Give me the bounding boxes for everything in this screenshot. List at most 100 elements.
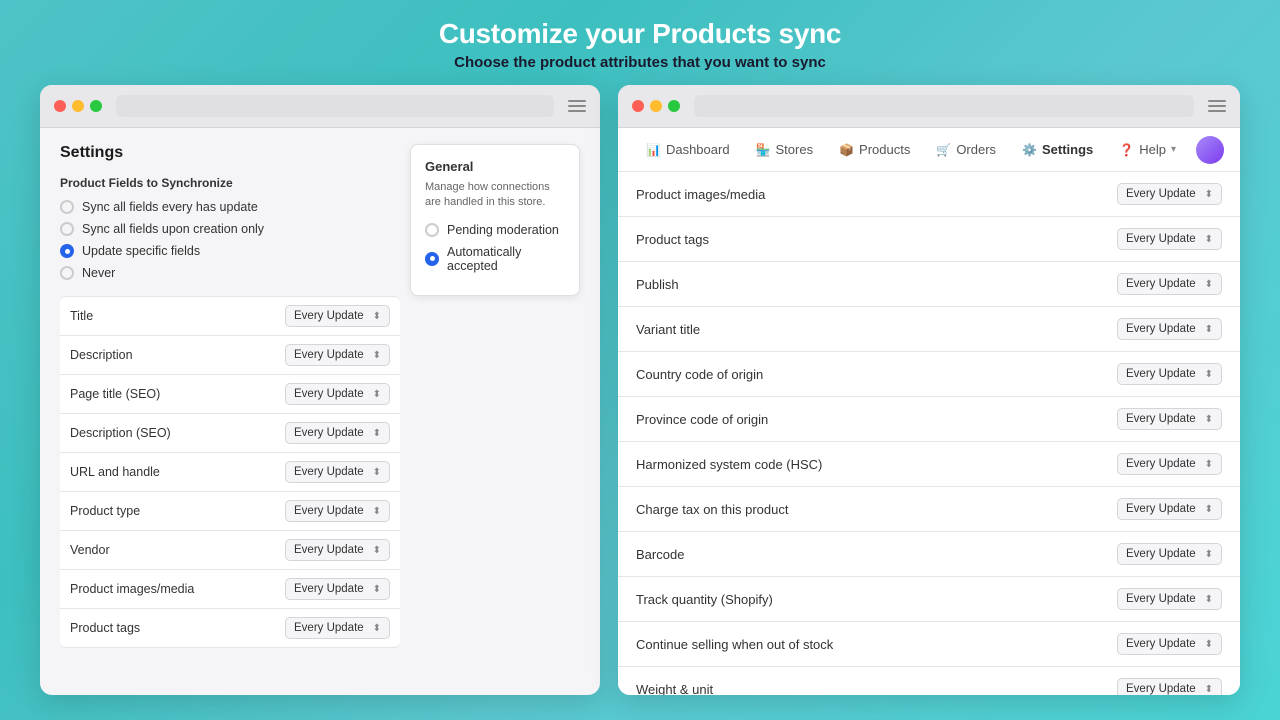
stores-icon: 🏪 bbox=[756, 143, 771, 157]
right-field-select[interactable]: Every Update ⬍ bbox=[1117, 363, 1222, 385]
select-chevron-icon: ⬍ bbox=[373, 584, 381, 595]
tl-minimize-r[interactable] bbox=[650, 100, 662, 112]
tl-close-r[interactable] bbox=[632, 100, 644, 112]
panels-container: Settings Product Fields to Synchronize S… bbox=[40, 85, 1240, 695]
right-field-row: Country code of origin Every Update ⬍ bbox=[618, 352, 1240, 397]
left-field-select[interactable]: Every Update ⬍ bbox=[285, 617, 390, 639]
left-field-row: Title Every Update ⬍ bbox=[60, 296, 400, 336]
hamburger-menu-left[interactable] bbox=[568, 100, 586, 112]
left-field-name: Vendor bbox=[70, 543, 110, 557]
right-field-select[interactable]: Every Update ⬍ bbox=[1117, 228, 1222, 250]
right-field-row: Track quantity (Shopify) Every Update ⬍ bbox=[618, 577, 1240, 622]
left-field-select[interactable]: Every Update ⬍ bbox=[285, 305, 390, 327]
right-field-row: Charge tax on this product Every Update … bbox=[618, 487, 1240, 532]
address-bar-left bbox=[116, 95, 554, 117]
select-chevron-icon: ⬍ bbox=[373, 545, 381, 556]
left-field-select[interactable]: Every Update ⬍ bbox=[285, 461, 390, 483]
right-field-name: Country code of origin bbox=[636, 367, 763, 382]
right-field-select[interactable]: Every Update ⬍ bbox=[1117, 453, 1222, 475]
radio-pending[interactable]: Pending moderation bbox=[425, 223, 565, 237]
hamburger-menu-right[interactable] bbox=[1208, 100, 1226, 112]
select-chevron-icon: ⬍ bbox=[1205, 414, 1213, 425]
right-field-row: Harmonized system code (HSC) Every Updat… bbox=[618, 442, 1240, 487]
left-field-row: Product images/media Every Update ⬍ bbox=[60, 570, 400, 609]
traffic-lights-right bbox=[632, 100, 680, 112]
radio-input-4[interactable] bbox=[60, 266, 74, 280]
radio-auto-accepted[interactable]: Automatically accepted bbox=[425, 245, 565, 273]
select-chevron-icon: ⬍ bbox=[1205, 324, 1213, 335]
tl-maximize[interactable] bbox=[90, 100, 102, 112]
right-field-name: Product images/media bbox=[636, 187, 765, 202]
select-chevron-icon: ⬍ bbox=[373, 506, 381, 517]
right-field-row: Province code of origin Every Update ⬍ bbox=[618, 397, 1240, 442]
tl-close[interactable] bbox=[54, 100, 66, 112]
left-field-select[interactable]: Every Update ⬍ bbox=[285, 344, 390, 366]
left-field-select[interactable]: Every Update ⬍ bbox=[285, 539, 390, 561]
left-field-row: Description (SEO) Every Update ⬍ bbox=[60, 414, 400, 453]
left-field-select[interactable]: Every Update ⬍ bbox=[285, 422, 390, 444]
nav-stores[interactable]: 🏪 Stores bbox=[744, 134, 826, 165]
radio-auto-input[interactable] bbox=[425, 252, 439, 266]
left-field-select[interactable]: Every Update ⬍ bbox=[285, 500, 390, 522]
radio-input-3[interactable] bbox=[60, 244, 74, 258]
right-field-select[interactable]: Every Update ⬍ bbox=[1117, 588, 1222, 610]
right-field-row: Barcode Every Update ⬍ bbox=[618, 532, 1240, 577]
left-field-row: Product tags Every Update ⬍ bbox=[60, 609, 400, 648]
left-field-row: Page title (SEO) Every Update ⬍ bbox=[60, 375, 400, 414]
left-field-select[interactable]: Every Update ⬍ bbox=[285, 383, 390, 405]
left-field-row: Description Every Update ⬍ bbox=[60, 336, 400, 375]
radio-pending-input[interactable] bbox=[425, 223, 439, 237]
dashboard-icon: 📊 bbox=[646, 143, 661, 157]
nav-dashboard[interactable]: 📊 Dashboard bbox=[634, 134, 742, 165]
select-chevron-icon: ⬍ bbox=[373, 350, 381, 361]
nav-products[interactable]: 📦 Products bbox=[827, 134, 922, 165]
right-field-select[interactable]: Every Update ⬍ bbox=[1117, 273, 1222, 295]
select-chevron-icon: ⬍ bbox=[1205, 684, 1213, 695]
nav-orders[interactable]: 🛒 Orders bbox=[924, 134, 1008, 165]
left-field-name: Product images/media bbox=[70, 582, 194, 596]
orders-icon: 🛒 bbox=[936, 143, 951, 157]
general-radio-group: Pending moderation Automatically accepte… bbox=[425, 223, 565, 273]
page-subtitle: Choose the product attributes that you w… bbox=[439, 54, 841, 71]
left-field-name: Description bbox=[70, 348, 133, 362]
nav-help[interactable]: ❓ Help ▾ bbox=[1107, 134, 1188, 165]
radio-update-specific[interactable]: Update specific fields bbox=[60, 244, 400, 258]
select-chevron-icon: ⬍ bbox=[373, 311, 381, 322]
radio-never[interactable]: Never bbox=[60, 266, 400, 280]
right-field-select[interactable]: Every Update ⬍ bbox=[1117, 318, 1222, 340]
right-field-name: Track quantity (Shopify) bbox=[636, 592, 773, 607]
select-chevron-icon: ⬍ bbox=[1205, 549, 1213, 560]
tl-maximize-r[interactable] bbox=[668, 100, 680, 112]
left-field-name: Description (SEO) bbox=[70, 426, 171, 440]
select-chevron-icon: ⬍ bbox=[1205, 369, 1213, 380]
left-field-select[interactable]: Every Update ⬍ bbox=[285, 578, 390, 600]
right-field-select[interactable]: Every Update ⬍ bbox=[1117, 408, 1222, 430]
radio-input-2[interactable] bbox=[60, 222, 74, 236]
right-field-select[interactable]: Every Update ⬍ bbox=[1117, 183, 1222, 205]
right-field-row: Publish Every Update ⬍ bbox=[618, 262, 1240, 307]
tl-minimize[interactable] bbox=[72, 100, 84, 112]
user-avatar[interactable] bbox=[1196, 136, 1224, 164]
radio-sync-creation[interactable]: Sync all fields upon creation only bbox=[60, 222, 400, 236]
left-field-row: Product type Every Update ⬍ bbox=[60, 492, 400, 531]
right-field-select[interactable]: Every Update ⬍ bbox=[1117, 543, 1222, 565]
nav-settings[interactable]: ⚙️ Settings bbox=[1010, 134, 1105, 165]
radio-input-1[interactable] bbox=[60, 200, 74, 214]
left-field-name: Product tags bbox=[70, 621, 140, 635]
select-chevron-icon: ⬍ bbox=[373, 467, 381, 478]
select-chevron-icon: ⬍ bbox=[1205, 639, 1213, 650]
left-field-name: Product type bbox=[70, 504, 140, 518]
traffic-lights-left bbox=[54, 100, 102, 112]
radio-sync-all-update[interactable]: Sync all fields every has update bbox=[60, 200, 400, 214]
left-panel: Settings Product Fields to Synchronize S… bbox=[40, 85, 600, 695]
right-field-name: Harmonized system code (HSC) bbox=[636, 457, 822, 472]
left-field-name: URL and handle bbox=[70, 465, 160, 479]
right-field-select[interactable]: Every Update ⬍ bbox=[1117, 633, 1222, 655]
window-chrome-right bbox=[618, 85, 1240, 128]
right-field-select[interactable]: Every Update ⬍ bbox=[1117, 678, 1222, 695]
select-chevron-icon: ⬍ bbox=[373, 389, 381, 400]
right-field-name: Weight & unit bbox=[636, 682, 713, 696]
right-field-select[interactable]: Every Update ⬍ bbox=[1117, 498, 1222, 520]
left-inner: Settings Product Fields to Synchronize S… bbox=[60, 144, 580, 648]
settings-area: Settings Product Fields to Synchronize S… bbox=[40, 128, 600, 695]
